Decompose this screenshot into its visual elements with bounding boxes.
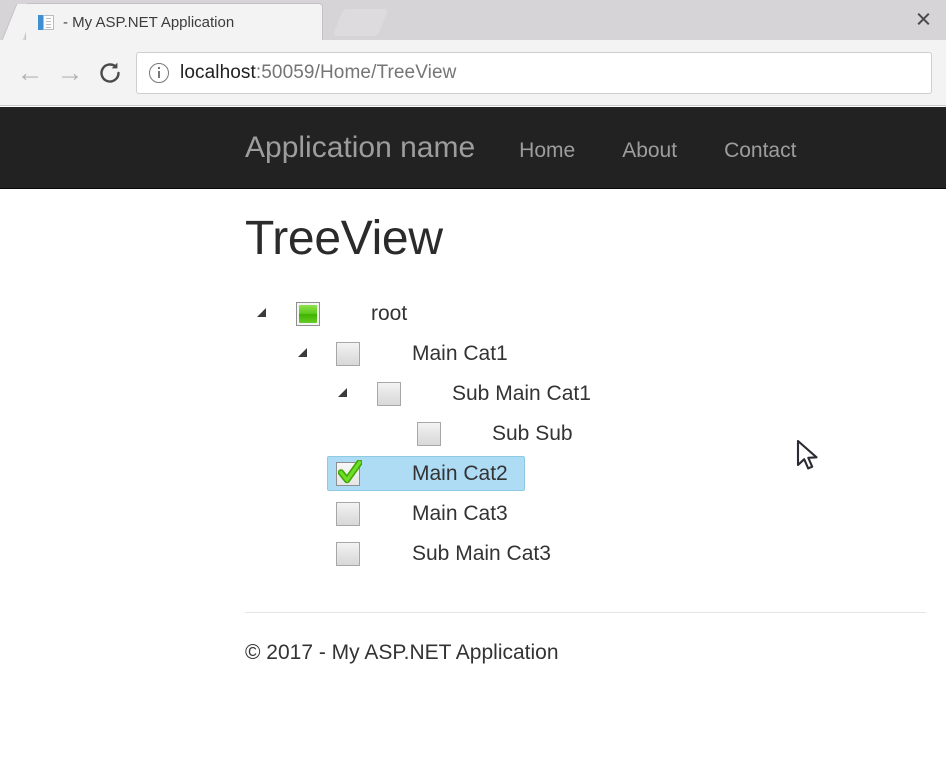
tab-strip-filler [322, 38, 946, 40]
treeview-checkbox[interactable] [377, 381, 401, 406]
new-tab-button[interactable] [332, 9, 389, 36]
tab-title: - My ASP.NET Application [63, 13, 235, 31]
footer-divider [245, 611, 926, 613]
treeview-node-label[interactable]: Main Cat2 [412, 463, 508, 484]
browser-window: - My ASP.NET Application ← → localhost:5… [0, 0, 946, 768]
treeview-row[interactable]: Sub Main Cat1 [245, 374, 926, 414]
treeview-collapse-triangle-icon[interactable] [255, 306, 271, 322]
browser-toolbar: ← → localhost:50059/Home/TreeView [0, 40, 946, 106]
forward-arrow-icon: → [56, 57, 84, 87]
site-navbar: Application name Home About Contact [0, 107, 946, 189]
page-container: TreeView root Main Cat1 Sub Main Cat1 Sub S… [0, 189, 946, 665]
treeview-node-label[interactable]: Sub Main Cat1 [452, 383, 591, 404]
treeview-checkbox[interactable] [296, 301, 320, 326]
treeview-checkbox[interactable] [336, 459, 362, 486]
page-viewport: Application name Home About Contact Tree… [0, 107, 946, 768]
address-bar[interactable]: localhost:50059/Home/TreeView [136, 51, 932, 94]
footer-text: © 2017 - My ASP.NET Application [245, 640, 559, 664]
treeview-node-label[interactable]: Sub Main Cat3 [412, 543, 551, 564]
navbar-links: Home About Contact [519, 139, 843, 163]
treeview-node-label[interactable]: Main Cat1 [412, 343, 508, 364]
back-button[interactable]: ← [10, 53, 50, 93]
info-circle-icon[interactable] [149, 62, 169, 83]
treeview-node-label[interactable]: root [371, 303, 407, 324]
tab-strip: - My ASP.NET Application [0, 0, 946, 40]
reload-button[interactable] [90, 53, 130, 93]
treeview-checkbox[interactable] [336, 341, 360, 366]
browser-tab[interactable]: - My ASP.NET Application [26, 4, 322, 40]
back-arrow-icon: ← [16, 57, 44, 87]
treeview-row[interactable]: root [245, 294, 926, 334]
url-path: :50059/Home/TreeView [255, 61, 457, 83]
url-text: localhost:50059/Home/TreeView [180, 62, 456, 84]
treeview-collapse-triangle-icon[interactable] [336, 386, 352, 402]
treeview-node-label[interactable]: Sub Sub [492, 423, 573, 444]
treeview-checkbox[interactable] [417, 421, 441, 446]
close-icon[interactable] [915, 10, 932, 27]
treeview-checkbox[interactable] [336, 541, 360, 566]
page-title: TreeView [245, 212, 443, 265]
nav-link-home[interactable]: Home [519, 139, 575, 163]
checkmark-icon [338, 459, 362, 484]
navbar-brand[interactable]: Application name [245, 132, 475, 163]
url-host: localhost [180, 61, 256, 83]
nav-link-contact[interactable]: Contact [724, 139, 796, 163]
treeview-row[interactable]: Main Cat1 [245, 334, 926, 374]
reload-icon [100, 62, 120, 83]
treeview-row[interactable]: Main Cat2 [245, 454, 926, 494]
nav-link-about[interactable]: About [622, 139, 677, 163]
treeview-node-label[interactable]: Main Cat3 [412, 503, 508, 524]
treeview-row[interactable]: Sub Main Cat3 [245, 534, 926, 574]
treeview-row[interactable]: Main Cat3 [245, 494, 926, 534]
treeview-row[interactable]: Sub Sub [245, 414, 926, 454]
aspnet-document-favicon [38, 14, 55, 31]
treeview-collapse-triangle-icon[interactable] [296, 346, 312, 362]
forward-button[interactable]: → [50, 53, 90, 93]
treeview: root Main Cat1 Sub Main Cat1 Sub Sub Main Ca… [245, 294, 926, 574]
treeview-checkbox[interactable] [336, 501, 360, 526]
